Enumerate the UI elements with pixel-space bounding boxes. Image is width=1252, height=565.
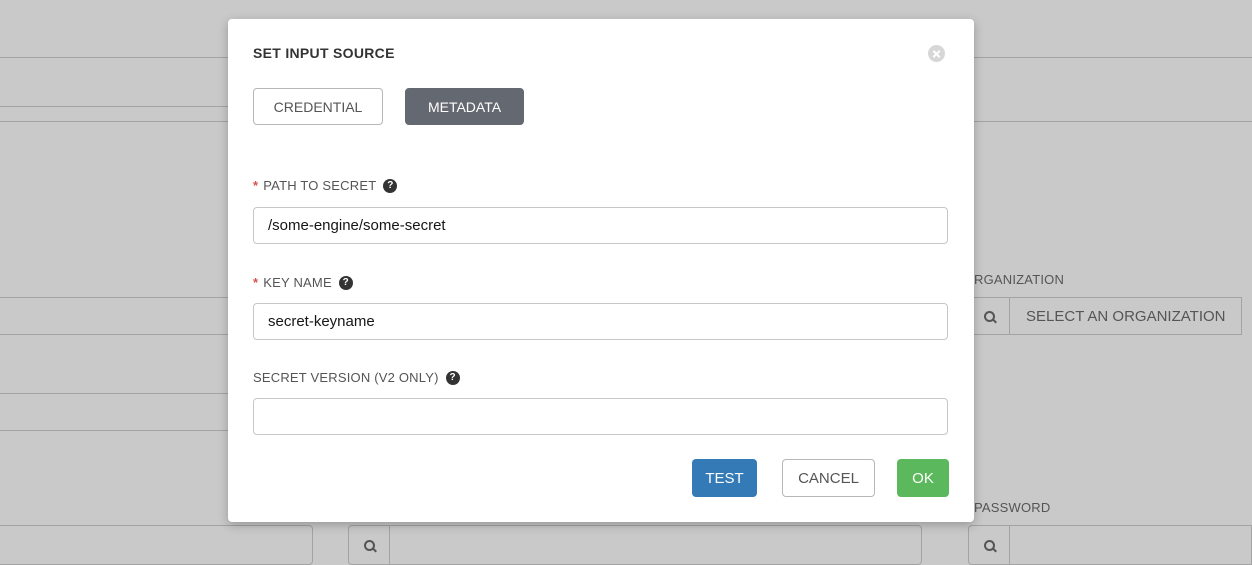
background-divider (0, 121, 228, 122)
test-button[interactable]: TEST (692, 459, 757, 497)
required-marker: * (253, 275, 259, 290)
required-marker: * (253, 178, 259, 193)
search-icon (984, 311, 995, 322)
key-name-input[interactable]: secret-keyname (253, 303, 948, 340)
background-field (0, 393, 235, 431)
password-field[interactable] (1010, 525, 1252, 565)
organization-search-button[interactable] (968, 297, 1010, 335)
background-divider (0, 57, 228, 58)
search-icon (364, 540, 375, 551)
close-icon[interactable] (928, 45, 945, 62)
password-search-button[interactable] (968, 525, 1010, 565)
set-input-source-dialog: SET INPUT SOURCE CREDENTIAL METADATA * P… (228, 19, 974, 522)
organization-label: RGANIZATION (974, 272, 1065, 287)
lookup-field[interactable] (390, 525, 922, 565)
background-field (0, 525, 313, 565)
key-name-label-text: KEY NAME (263, 275, 332, 290)
help-icon[interactable]: ? (383, 178, 398, 193)
secret-version-input[interactable] (253, 398, 948, 435)
secret-version-label: SECRET VERSION (V2 ONLY) ? (253, 370, 460, 385)
path-to-secret-label-text: PATH TO SECRET (263, 178, 377, 193)
password-label: PASSWORD (974, 500, 1051, 515)
background-divider (0, 106, 228, 107)
tab-metadata[interactable]: METADATA (405, 88, 524, 125)
lookup-search-button[interactable] (348, 525, 390, 565)
background-divider (974, 57, 1252, 58)
key-name-label: * KEY NAME ? (253, 275, 353, 290)
path-to-secret-label: * PATH TO SECRET ? (253, 178, 398, 193)
tab-credential[interactable]: CREDENTIAL (253, 88, 383, 125)
help-icon[interactable]: ? (338, 275, 353, 290)
background-field (0, 297, 235, 335)
dialog-title: SET INPUT SOURCE (253, 45, 395, 61)
organization-select[interactable]: SELECT AN ORGANIZATION (1010, 297, 1242, 335)
ok-button[interactable]: OK (897, 459, 949, 497)
secret-version-label-text: SECRET VERSION (V2 ONLY) (253, 370, 439, 385)
background-divider (974, 121, 1252, 122)
cancel-button[interactable]: CANCEL (782, 459, 875, 497)
path-to-secret-input[interactable]: /some-engine/some-secret (253, 207, 948, 244)
help-icon[interactable]: ? (445, 370, 460, 385)
search-icon (984, 540, 995, 551)
